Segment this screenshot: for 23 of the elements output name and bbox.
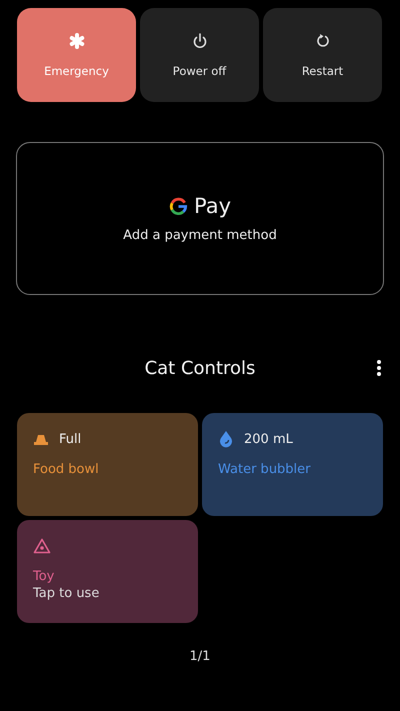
control-tile[interactable]: Toy Tap to use: [17, 520, 198, 623]
bowl-icon: [33, 432, 49, 446]
tile-label: Water bubbler: [218, 462, 311, 477]
control-tile[interactable]: 200 mL Water bubbler: [202, 413, 383, 516]
warning-icon: [33, 538, 51, 554]
wallet-card[interactable]: Pay Add a payment method: [16, 142, 384, 295]
tile-label: Food bowl: [33, 462, 99, 477]
wallet-subtitle: Add a payment method: [123, 228, 277, 243]
tile-label: Toy: [33, 569, 54, 584]
water-drop-icon: [218, 430, 234, 448]
brand-name: Pay: [194, 194, 232, 218]
g-logo-icon: [168, 196, 188, 216]
more-icon[interactable]: [376, 359, 382, 377]
power-off-button[interactable]: Power off: [140, 8, 259, 102]
tile-status: 200 mL: [244, 432, 293, 446]
restart-button[interactable]: Restart: [263, 8, 382, 102]
tile-status: Full: [59, 432, 82, 446]
page-indicator: 1/1: [190, 649, 210, 664]
power-icon: [190, 32, 208, 50]
section-title: Cat Controls: [144, 358, 256, 378]
asterisk-icon: [68, 32, 86, 50]
control-tile[interactable]: Full Food bowl: [17, 413, 198, 516]
tile-subtitle: Tap to use: [33, 586, 100, 601]
